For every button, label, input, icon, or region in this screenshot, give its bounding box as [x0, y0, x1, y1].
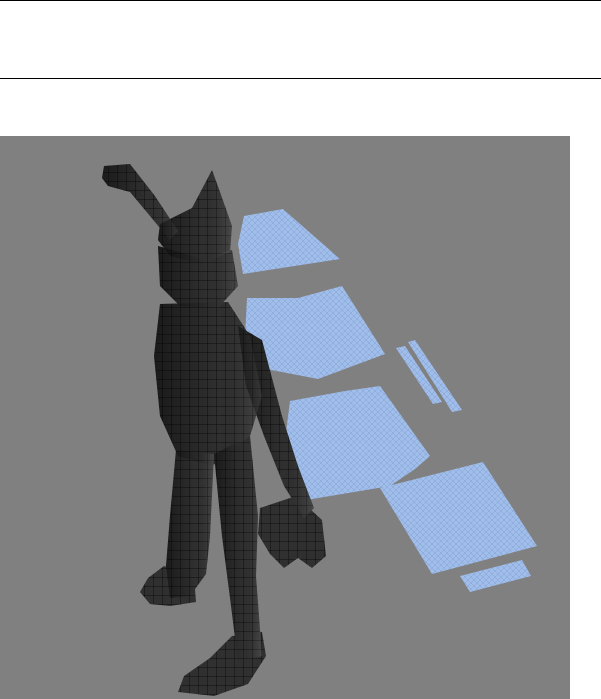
right-hand-mesh	[258, 496, 326, 568]
uv-patch-1	[238, 209, 340, 274]
uv-patch-7	[460, 560, 531, 592]
bottom-divider	[0, 78, 601, 79]
top-divider	[0, 0, 601, 1]
3d-viewport[interactable]	[0, 136, 570, 699]
viewport-canvas	[102, 164, 537, 696]
uv-patch-6	[380, 462, 537, 574]
